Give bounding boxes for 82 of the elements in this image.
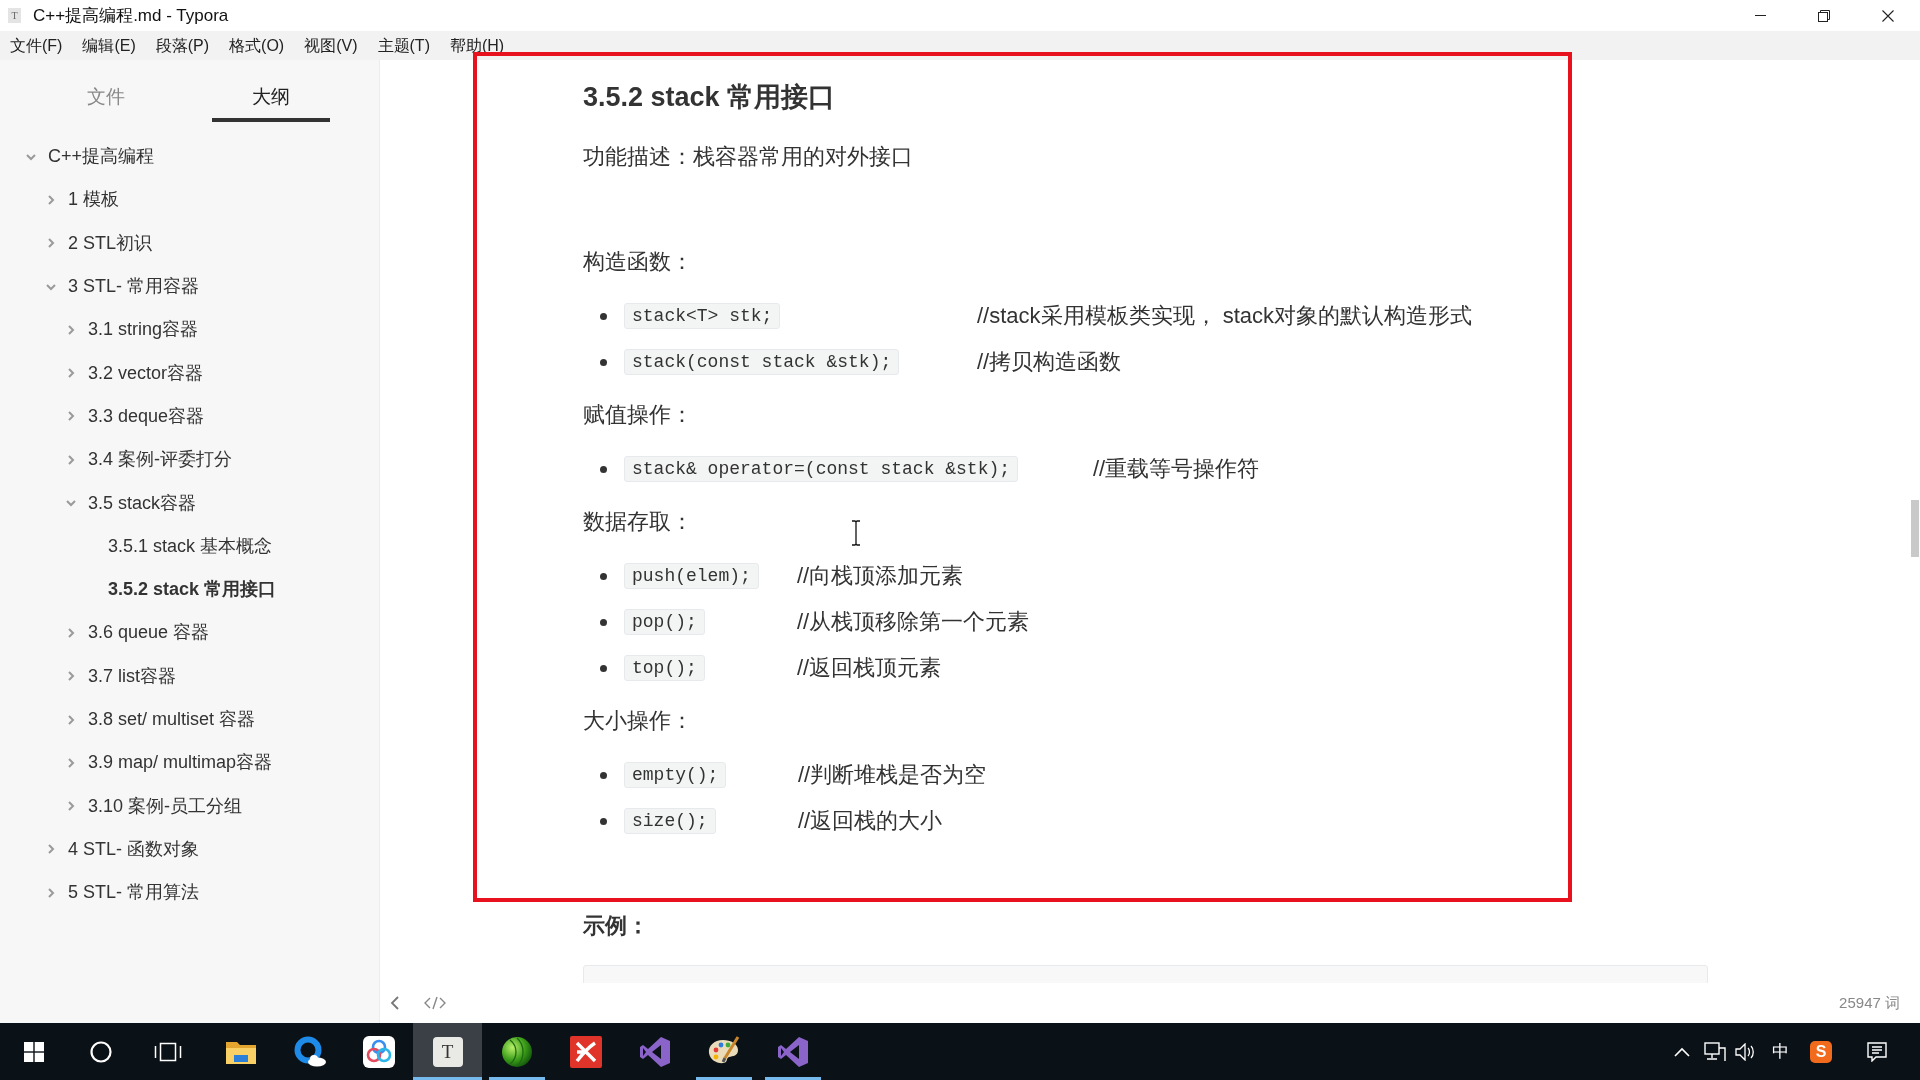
window-title: C++提高编程.md - Typora [33, 4, 229, 27]
code-comment: //从栈顶移除第一个元素 [797, 608, 1030, 636]
outline-item[interactable]: 3.9 map/ multimap容器 [0, 741, 379, 785]
paragraph-text: 大小操作： [583, 707, 693, 735]
inline-code: size(); [624, 808, 716, 834]
outline-item[interactable]: 3.8 set/ multiset 容器 [0, 697, 379, 742]
scrollbar-thumb[interactable] [1911, 500, 1919, 557]
chevron-up-icon[interactable] [1674, 1046, 1690, 1057]
notification-icon[interactable] [1867, 1041, 1887, 1062]
app-logo: T [8, 8, 21, 23]
outline-item[interactable]: 3.5 stack容器 [0, 481, 379, 525]
sphere-icon [500, 1035, 533, 1068]
paragraph-text: 构造函数： [583, 248, 693, 276]
paragraph-text: 赋值操作： [583, 401, 693, 429]
close-icon [1882, 9, 1894, 22]
taskbar-button[interactable]: T [413, 1023, 482, 1080]
bullet-icon [599, 358, 607, 366]
bullet-icon [599, 664, 607, 672]
outline-item[interactable]: C++提高编程 [0, 135, 379, 179]
restore-icon [1818, 9, 1830, 22]
code-comment: //stack采用模板类实现， stack对象的默认构造形式 [977, 302, 1473, 330]
cross-tile-icon [569, 1035, 602, 1068]
paragraph-text: 功能描述：栈容器常用的对外接口 [583, 143, 913, 171]
menu-item[interactable]: 编辑(E) [72, 32, 146, 59]
outline-item[interactable]: 3 STL- 常用容器 [0, 264, 379, 309]
menu-item[interactable]: 主题(T) [367, 32, 440, 59]
outline-item[interactable]: 3.5.2 stack 常用接口 [0, 567, 379, 612]
ribbon-icon [638, 1035, 671, 1068]
inline-code: stack<T> stk; [624, 303, 781, 329]
code-icon[interactable] [424, 996, 446, 1010]
text-cursor-icon [851, 520, 861, 546]
code-comment: //向栈顶添加元素 [797, 562, 964, 590]
letter-tile-icon: T [432, 1036, 463, 1067]
menu-item[interactable]: 文件(F) [0, 32, 73, 59]
bullet-icon [599, 771, 607, 779]
chevron-left-icon[interactable] [389, 995, 401, 1011]
code-comment: //重载等号操作符 [1093, 455, 1260, 483]
outline-item[interactable]: 3.2 vector容器 [0, 351, 379, 395]
rings-tile-icon [362, 1035, 395, 1068]
ribbon-icon [776, 1035, 809, 1068]
outline-item[interactable]: 3.4 案例-评委打分 [0, 438, 379, 482]
outline-item[interactable]: 3.10 案例-员工分组 [0, 784, 379, 828]
input-mode-indicator[interactable]: 中 [1772, 1041, 1789, 1062]
menu-item[interactable]: 段落(P) [145, 32, 220, 59]
start-icon [23, 1041, 44, 1062]
speaker-icon[interactable] [1735, 1042, 1755, 1061]
bullet-icon [599, 618, 607, 626]
outline-item[interactable]: 3.3 deque容器 [0, 394, 379, 439]
bullet-icon [599, 817, 607, 825]
network-icon[interactable] [1704, 1041, 1726, 1062]
code-comment: //判断堆栈是否为空 [798, 761, 987, 789]
sidebar-tab[interactable]: 大纲 [212, 75, 330, 122]
search-icon [89, 1040, 112, 1063]
task-view-icon [153, 1041, 182, 1062]
inline-code: pop(); [624, 609, 705, 635]
outline-item[interactable]: 3.1 string容器 [0, 308, 379, 352]
inline-code: push(elem); [624, 563, 759, 589]
word-count: 25947 词 [1839, 992, 1900, 1013]
code-comment: //返回栈顶元素 [797, 654, 942, 682]
outline-item[interactable]: 5 STL- 常用算法 [0, 871, 379, 915]
minimize-icon [1754, 15, 1766, 16]
code-comment: //拷贝构造函数 [977, 348, 1122, 376]
outline-item[interactable]: 3.6 queue 容器 [0, 611, 379, 655]
inline-code: stack(const stack &stk); [624, 349, 900, 375]
paragraph-text: 数据存取： [583, 508, 693, 536]
ring-icon [292, 1035, 327, 1068]
menu-item[interactable]: 格式(O) [219, 32, 295, 59]
bullet-icon [599, 572, 607, 580]
outline-item[interactable]: 3.7 list容器 [0, 654, 379, 698]
section-heading: 3.5.2 stack 常用接口 [583, 81, 836, 114]
code-comment: //返回栈的大小 [798, 807, 943, 835]
outline-item[interactable]: 1 模板 [0, 178, 379, 222]
inline-code: stack& operator=(const stack &stk); [624, 456, 1019, 482]
inline-code: empty(); [624, 762, 727, 788]
outline-item[interactable]: 2 STL初识 [0, 221, 379, 265]
menu-item[interactable]: 视图(V) [294, 32, 368, 59]
bullet-icon [599, 465, 607, 473]
outline-item[interactable]: 4 STL- 函数对象 [0, 827, 379, 872]
outline-item[interactable]: 3.5.1 stack 基本概念 [0, 524, 379, 568]
inline-code: top(); [624, 655, 705, 681]
subheading-text: 示例： [583, 912, 649, 940]
bullet-icon [599, 312, 607, 320]
